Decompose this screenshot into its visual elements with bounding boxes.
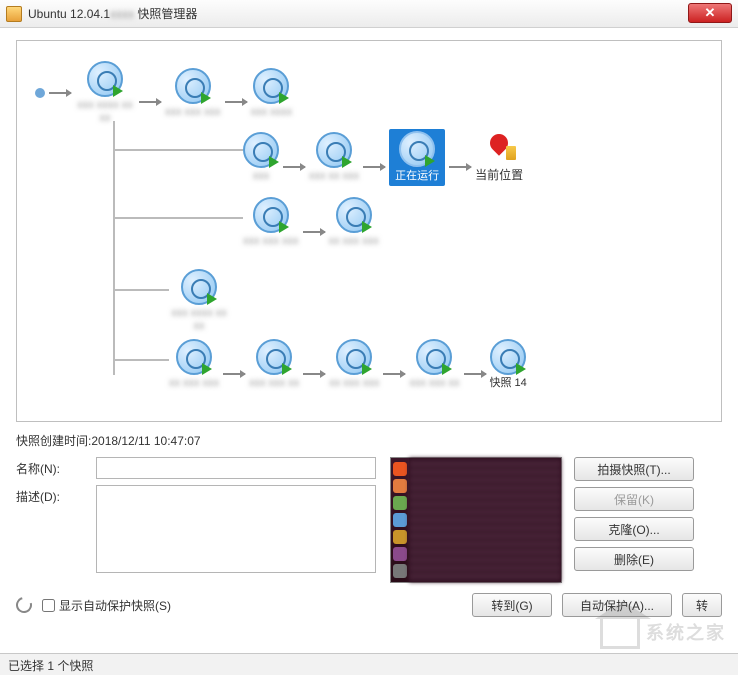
snapshot-clock-icon — [336, 197, 372, 233]
arrow-icon — [383, 373, 405, 375]
take-snapshot-button[interactable]: 拍摄快照(T)... — [574, 457, 694, 481]
status-bar: 已选择 1 个快照 — [0, 653, 738, 675]
snapshot-clock-icon — [181, 269, 217, 305]
autoprotect-button[interactable]: 自动保护(A)... — [562, 593, 672, 617]
arrow-icon — [303, 373, 325, 375]
status-text: 已选择 1 个快照 — [8, 659, 93, 673]
arrow-icon — [139, 101, 161, 103]
snapshot-clock-icon — [176, 339, 212, 375]
snapshot-node[interactable]: xxx xxx xxx — [243, 197, 299, 248]
refresh-icon[interactable] — [13, 594, 35, 616]
arrow-icon — [225, 101, 247, 103]
name-label: 名称(N): — [16, 457, 88, 477]
snapshot-clock-icon — [243, 132, 279, 168]
snapshot-node[interactable]: xxx xxxx — [251, 68, 293, 119]
name-input[interactable] — [96, 457, 376, 479]
branch-line — [113, 121, 115, 375]
location-pin-icon — [488, 132, 510, 166]
snapshot-thumbnail[interactable] — [390, 457, 562, 583]
show-autoprotect-checkbox[interactable]: 显示自动保护快照(S) — [42, 597, 171, 614]
snapshot-node[interactable]: xxx xxxx xxxx — [75, 61, 135, 125]
snapshot-clock-icon — [87, 61, 123, 97]
arrow-icon — [283, 166, 305, 168]
snapshot-clock-icon — [490, 339, 526, 375]
watermark: 系统之家 — [600, 619, 726, 649]
description-input[interactable] — [96, 485, 376, 573]
arrow-icon — [49, 92, 71, 94]
branch-line — [113, 149, 243, 151]
snapshot-node[interactable]: xxx — [243, 132, 279, 183]
snapshot-clock-icon — [256, 339, 292, 375]
arrow-icon — [223, 373, 245, 375]
arrow-icon — [303, 231, 325, 233]
snapshot-tree-panel: xxx xxxx xxxx xxx xxx xxx xxx xxxx — [16, 40, 722, 422]
app-icon — [6, 6, 22, 22]
snapshot-clock-icon — [175, 68, 211, 104]
current-location-marker[interactable]: 当前位置 — [475, 132, 523, 183]
snapshot-clock-icon — [399, 131, 435, 167]
snapshot-clock-icon — [253, 68, 289, 104]
description-label: 描述(D): — [16, 485, 88, 505]
snapshot-node[interactable]: xx xxx xxx — [329, 339, 379, 390]
snapshot-clock-icon — [336, 339, 372, 375]
close-button-partial[interactable]: 转 — [682, 593, 722, 617]
snapshot-clock-icon — [316, 132, 352, 168]
arrow-icon — [363, 166, 385, 168]
window-title: Ubuntu 12.04.1xxxx 快照管理器 — [28, 5, 732, 22]
titlebar: Ubuntu 12.04.1xxxx 快照管理器 ✕ — [0, 0, 738, 28]
arrow-icon — [464, 373, 486, 375]
snapshot-node[interactable]: xxx xxx xx — [249, 339, 299, 390]
snapshot-node[interactable]: xxx xxxx xxxx — [169, 269, 229, 333]
snapshot-node[interactable]: xx xxx xxx — [329, 197, 379, 248]
branch-line — [113, 359, 169, 361]
keep-button[interactable]: 保留(K) — [574, 487, 694, 511]
details-panel: 快照创建时间:2018/12/11 10:47:07 名称(N): 描述(D): — [16, 432, 722, 617]
root-dot-icon — [35, 88, 45, 98]
snapshot-clock-icon — [416, 339, 452, 375]
snapshot-node[interactable]: xxx xxx xxx — [165, 68, 221, 119]
snapshot-node[interactable]: 快照 14 — [490, 339, 527, 390]
clone-button[interactable]: 克隆(O)... — [574, 517, 694, 541]
created-time-label: 快照创建时间:2018/12/11 10:47:07 — [16, 432, 722, 449]
branch-line — [113, 289, 169, 291]
snapshot-node[interactable]: xxx xx xxx — [309, 132, 359, 183]
snapshot-node[interactable]: xx xxx xxx — [169, 339, 219, 390]
delete-button[interactable]: 删除(E) — [574, 547, 694, 571]
close-button[interactable]: ✕ — [688, 3, 732, 23]
goto-button[interactable]: 转到(G) — [472, 593, 552, 617]
snapshot-node[interactable]: xxx xxx xx — [409, 339, 459, 390]
arrow-icon — [449, 166, 471, 168]
snapshot-clock-icon — [253, 197, 289, 233]
branch-line — [113, 217, 243, 219]
snapshot-node-selected[interactable]: 正在运行 — [389, 129, 445, 186]
show-autoprotect-input[interactable] — [42, 599, 55, 612]
